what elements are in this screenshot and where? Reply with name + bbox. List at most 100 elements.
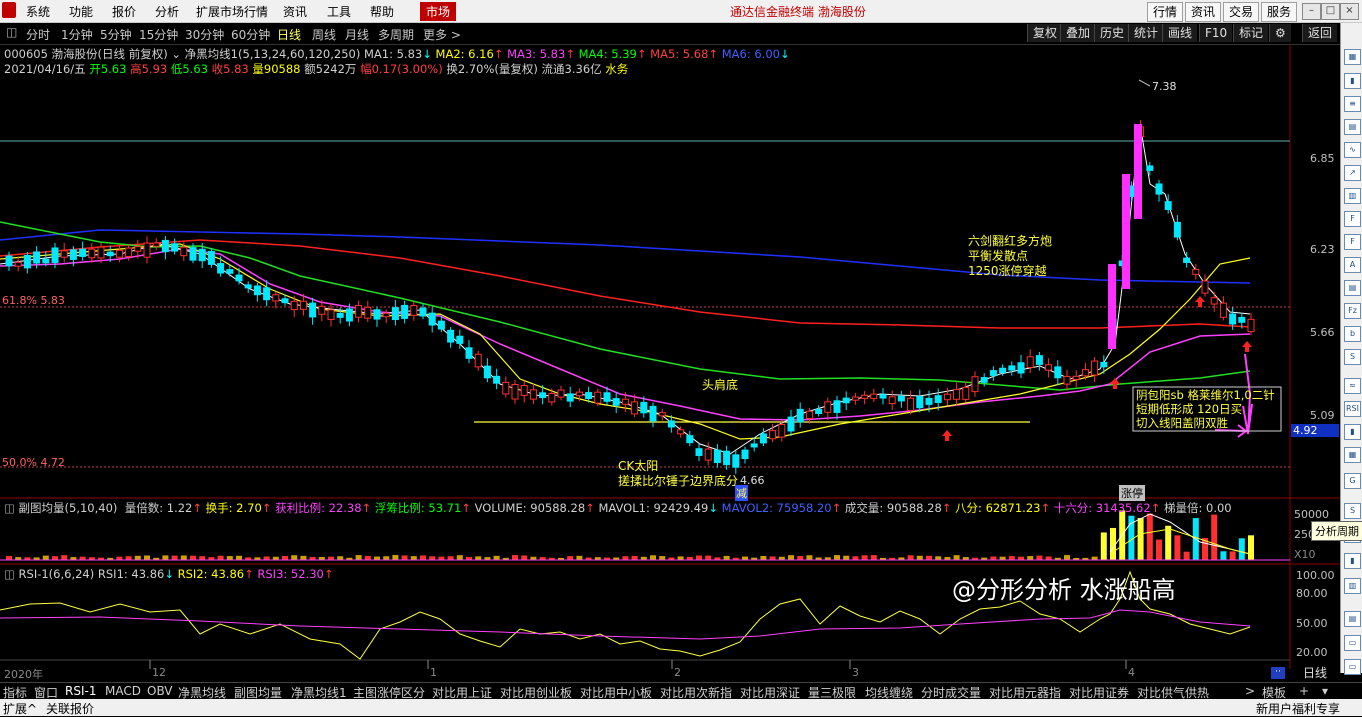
table-icon[interactable]: ▤: [1344, 119, 1361, 135]
current-period-label[interactable]: 日线: [1290, 664, 1340, 681]
candle[interactable]: [42, 258, 50, 264]
panel2-icon[interactable]: ▭: [1344, 659, 1361, 675]
candle[interactable]: [1201, 280, 1209, 294]
tab-60min[interactable]: 60分钟: [231, 26, 270, 43]
candle[interactable]: [1229, 313, 1237, 325]
candle[interactable]: [1100, 361, 1108, 368]
candle[interactable]: [1219, 302, 1227, 318]
candle[interactable]: [401, 304, 409, 319]
candle[interactable]: [465, 347, 473, 359]
candle[interactable]: [152, 242, 160, 247]
stats-button[interactable]: 统计: [1128, 24, 1164, 42]
candle[interactable]: [272, 294, 280, 302]
menu-tools[interactable]: 工具: [327, 3, 351, 20]
candle[interactable]: [382, 312, 390, 318]
tabs-dropdown-icon[interactable]: ▾: [1322, 684, 1328, 698]
candle[interactable]: [594, 391, 602, 404]
candle[interactable]: [180, 246, 188, 257]
candle[interactable]: [686, 435, 694, 444]
candle[interactable]: [520, 385, 528, 396]
b-icon[interactable]: b: [1344, 326, 1361, 342]
candle[interactable]: [226, 269, 234, 274]
candle[interactable]: [391, 307, 399, 321]
candle[interactable]: [1091, 360, 1099, 376]
candle[interactable]: [309, 302, 317, 318]
scroll-right-button[interactable]: ··: [1271, 667, 1285, 679]
candle[interactable]: [125, 247, 133, 257]
candle[interactable]: [161, 239, 169, 253]
candle[interactable]: [621, 398, 629, 405]
limit-up-candle[interactable]: [1122, 174, 1130, 289]
candle[interactable]: [1155, 183, 1163, 195]
tab-rsi1[interactable]: RSI-1: [65, 684, 96, 698]
tab-fenshi[interactable]: 分时: [26, 26, 50, 43]
candle[interactable]: [1192, 268, 1200, 275]
candle[interactable]: [97, 246, 105, 259]
trend-icon[interactable]: ↗: [1344, 165, 1361, 181]
tab-1min[interactable]: 1分钟: [61, 26, 93, 43]
candle[interactable]: [235, 274, 243, 282]
vol-icon[interactable]: ▮: [1344, 553, 1361, 569]
news-button[interactable]: 资讯: [1185, 2, 1222, 22]
candle[interactable]: [925, 397, 933, 405]
candle[interactable]: [364, 306, 372, 319]
candle[interactable]: [1008, 365, 1016, 371]
trade-button[interactable]: 交易: [1223, 2, 1260, 22]
candle[interactable]: [290, 300, 298, 311]
candle[interactable]: [1017, 362, 1025, 374]
candle[interactable]: [207, 250, 215, 265]
line-chart-icon[interactable]: ∿: [1344, 142, 1361, 158]
candle[interactable]: [1146, 165, 1154, 171]
candle[interactable]: [989, 370, 997, 376]
candle[interactable]: [566, 393, 574, 402]
grid2-icon[interactable]: ▦: [1344, 447, 1361, 463]
candle[interactable]: [1183, 257, 1191, 263]
candle[interactable]: [888, 396, 896, 404]
panel-icon[interactable]: ▭: [1344, 635, 1361, 651]
service-button[interactable]: 服务: [1261, 2, 1298, 22]
candle[interactable]: [1210, 297, 1218, 305]
candle[interactable]: [943, 393, 951, 401]
tab-weekly[interactable]: 周线: [312, 26, 336, 43]
fiz-icon[interactable]: Fz: [1344, 303, 1361, 319]
maximize-icon[interactable]: □: [1321, 3, 1340, 20]
candle[interactable]: [833, 400, 841, 413]
candle[interactable]: [511, 383, 519, 400]
candle[interactable]: [557, 389, 565, 398]
tab-30min[interactable]: 30分钟: [185, 26, 224, 43]
panel-toggle-icon[interactable]: ◫: [4, 567, 15, 581]
candle[interactable]: [419, 307, 427, 317]
candle[interactable]: [851, 396, 859, 401]
candle[interactable]: [907, 397, 915, 411]
candle[interactable]: [1026, 356, 1034, 368]
candle[interactable]: [263, 287, 271, 301]
candle-icon[interactable]: ▮: [1344, 424, 1361, 440]
candle[interactable]: [778, 423, 786, 438]
candle[interactable]: [1072, 375, 1080, 380]
candle[interactable]: [741, 449, 749, 460]
candle[interactable]: [171, 243, 179, 252]
settings-icon[interactable]: ⚙: [1269, 24, 1291, 42]
candle[interactable]: [437, 320, 445, 330]
menu-function[interactable]: 功能: [69, 3, 93, 20]
market-button[interactable]: 市场: [420, 2, 457, 21]
candle[interactable]: [603, 392, 611, 402]
menu-analysis[interactable]: 分析: [155, 3, 179, 20]
candle[interactable]: [649, 405, 657, 422]
candle[interactable]: [1045, 364, 1053, 371]
candle[interactable]: [585, 392, 593, 399]
candle[interactable]: [980, 377, 988, 383]
bars-icon[interactable]: ▥: [1344, 578, 1361, 594]
candle[interactable]: [51, 247, 59, 263]
candle[interactable]: [456, 335, 464, 344]
volume-indicator-name[interactable]: 副图均量(5,10,40): [19, 501, 118, 515]
candle[interactable]: [217, 263, 225, 274]
candle[interactable]: [548, 393, 556, 403]
panel-toggle-icon[interactable]: ◫: [4, 501, 15, 515]
candle[interactable]: [971, 376, 979, 393]
candle[interactable]: [33, 251, 41, 264]
candle[interactable]: [23, 255, 31, 269]
candle[interactable]: [5, 255, 13, 267]
candle[interactable]: [474, 353, 482, 368]
candle[interactable]: [106, 251, 114, 257]
